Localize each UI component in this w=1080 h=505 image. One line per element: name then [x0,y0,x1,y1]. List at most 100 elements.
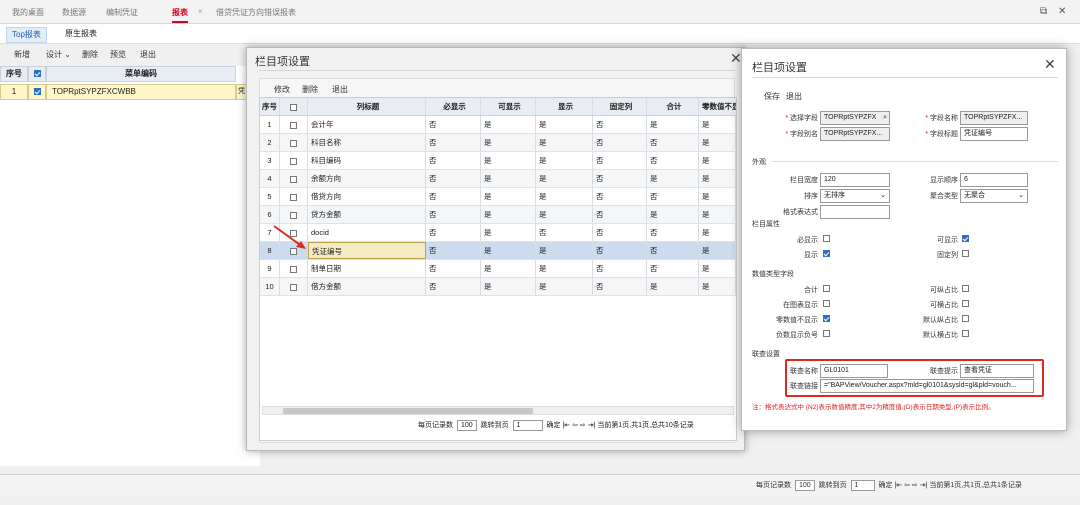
vert-ratio-checkbox[interactable] [962,285,969,292]
delete-button[interactable]: 删除 [302,84,318,95]
select-field-input[interactable]: TOPRptSYPZFX ⌕ [820,111,890,125]
row-checkbox[interactable] [280,188,308,205]
hide-zero-checkbox[interactable] [823,315,830,322]
order-input[interactable]: 6 [960,173,1028,187]
tab-close-icon[interactable]: × [198,7,203,16]
header-checkbox[interactable] [28,66,46,82]
row-title[interactable]: 贷方金额 [308,206,426,223]
row-title[interactable]: 会计年 [308,116,426,133]
horizontal-scrollbar[interactable] [262,406,734,415]
page-nav-icons[interactable]: |⇤ ⇦ ⇨ ⇥| [562,422,595,429]
goto-input[interactable]: 1 [512,420,543,431]
tab-error-report[interactable]: 借贷凭证方向错误报表 [216,7,296,18]
row-title[interactable]: 凭证编号 [308,242,426,259]
row-checkbox[interactable] [280,260,308,277]
row-checkbox-box[interactable] [290,139,297,147]
close-icon[interactable]: ✕ [1058,6,1066,17]
row-checkbox[interactable] [280,170,308,187]
link-url-label: 联查链接 [790,383,818,390]
field-name-input[interactable]: TOPRptSYPZFX... [960,111,1028,125]
subtab-native-report[interactable]: 原生报表 [60,27,102,41]
table-row[interactable]: 7 docid 否是否否否是 [260,224,736,242]
row-checkbox[interactable] [280,206,308,223]
table-row[interactable]: 9 制单日期否是是否否是 [260,260,736,278]
exit-button[interactable]: 退出 [140,49,156,60]
select-all-checkbox[interactable] [290,103,297,111]
default-horiz-checkbox[interactable] [962,330,969,337]
table-row[interactable]: 4 余额方向否是是否是是 [260,170,736,188]
field-title-input[interactable]: 凭证编号 [960,127,1028,141]
dialog-close-icon[interactable]: ✕ [730,50,742,67]
row-title[interactable]: 科目编码 [308,152,426,169]
row-checkbox-box[interactable] [290,121,297,129]
neg-show-checkbox[interactable] [823,330,830,337]
agg-select[interactable]: 无聚合 ⌄ [960,189,1028,203]
select-all-checkbox[interactable] [33,70,41,78]
confirm-button[interactable]: 确定 [879,482,893,489]
field-alias-input[interactable]: TOPRptSYPZFX... [820,127,890,141]
tab-voucher[interactable]: 编制凭证 [106,7,138,18]
horiz-ratio-checkbox[interactable] [962,300,969,307]
preview-button[interactable]: 预览 [110,49,126,60]
row-title[interactable]: 科目名称 [308,134,426,151]
page-nav-icons[interactable]: |⇤ ⇦ ⇨ ⇥| [894,482,927,489]
table-row[interactable]: 8 凭证编号否是是否否是 [260,242,736,260]
per-page-input[interactable]: 100 [794,480,815,491]
link-url-input[interactable]: ="BAPView/Voucher.aspx?mld=gl0101&sysld=… [820,379,1034,393]
tab-my-desktop[interactable]: 我的桌面 [12,7,44,18]
scroll-thumb[interactable] [283,408,533,414]
format-input[interactable] [820,205,890,219]
row-title[interactable]: 借方金额 [308,278,426,295]
per-page-input[interactable]: 100 [456,420,477,431]
table-row[interactable]: 5 借贷方向否是是否否是 [260,188,736,206]
exit-button[interactable]: 退出 [786,91,802,102]
table-row[interactable]: 6 贷方金额否是是否是是 [260,206,736,224]
confirm-button[interactable]: 确定 [547,422,561,429]
row-title[interactable]: 借贷方向 [308,188,426,205]
table-row[interactable]: 2 科目名称否是是否否是 [260,134,736,152]
goto-input[interactable]: 1 [850,480,875,491]
fixed-checkbox[interactable] [962,250,969,257]
total-checkbox[interactable] [823,285,830,292]
dialog-close-icon[interactable]: ✕ [1044,56,1056,73]
sort-select[interactable]: 无排序 ⌄ [820,189,890,203]
table-row[interactable]: 3 科目编码否是是否否是 [260,152,736,170]
row-checkbox-box[interactable] [290,283,297,291]
design-button[interactable]: 设计 ⌄ [46,49,71,60]
tab-report[interactable]: 报表 [172,7,188,23]
row-checkbox-box[interactable] [290,193,297,201]
row-checkbox-box[interactable] [290,265,297,273]
default-vert-checkbox[interactable] [962,315,969,322]
row-title[interactable]: docid [308,224,426,241]
table-row[interactable]: 10 借方金额否是是否是是 [260,278,736,296]
row-checkbox[interactable] [280,116,308,133]
row-title[interactable]: 余额方向 [308,170,426,187]
row-checkbox-box[interactable] [33,88,41,96]
show-checkbox[interactable] [823,250,830,257]
link-tip-input[interactable]: 查看凭证 [960,364,1034,378]
add-button[interactable]: 新增 [14,49,30,60]
delete-button[interactable]: 删除 [82,49,98,60]
row-checkbox-box[interactable] [290,211,297,219]
row-title[interactable]: 制单日期 [308,260,426,277]
subtab-top-report[interactable]: Top报表 [6,27,47,43]
width-input[interactable]: 120 [820,173,890,187]
row-checkbox[interactable] [280,152,308,169]
row-checkbox[interactable] [28,84,46,100]
exit-button[interactable]: 退出 [332,84,348,95]
row-code[interactable]: TOPRptSYPZFXCWBB [46,84,236,100]
row-checkbox-box[interactable] [290,157,297,165]
row-checkbox[interactable] [280,278,308,295]
tab-datasource[interactable]: 数据源 [62,7,86,18]
row-checkbox-box[interactable] [290,175,297,183]
table-row[interactable]: 1 会计年否是是否是是 [260,116,736,134]
in-chart-checkbox[interactable] [823,300,830,307]
link-name-input[interactable]: GL0101 [820,364,888,378]
can-show-checkbox[interactable] [962,235,969,242]
must-show-checkbox[interactable] [823,235,830,242]
row-checkbox[interactable] [280,134,308,151]
col-check[interactable] [280,98,308,115]
restore-icon[interactable]: ⧉ [1040,6,1047,17]
edit-button[interactable]: 修改 [274,84,290,95]
save-button[interactable]: 保存 [764,91,780,102]
